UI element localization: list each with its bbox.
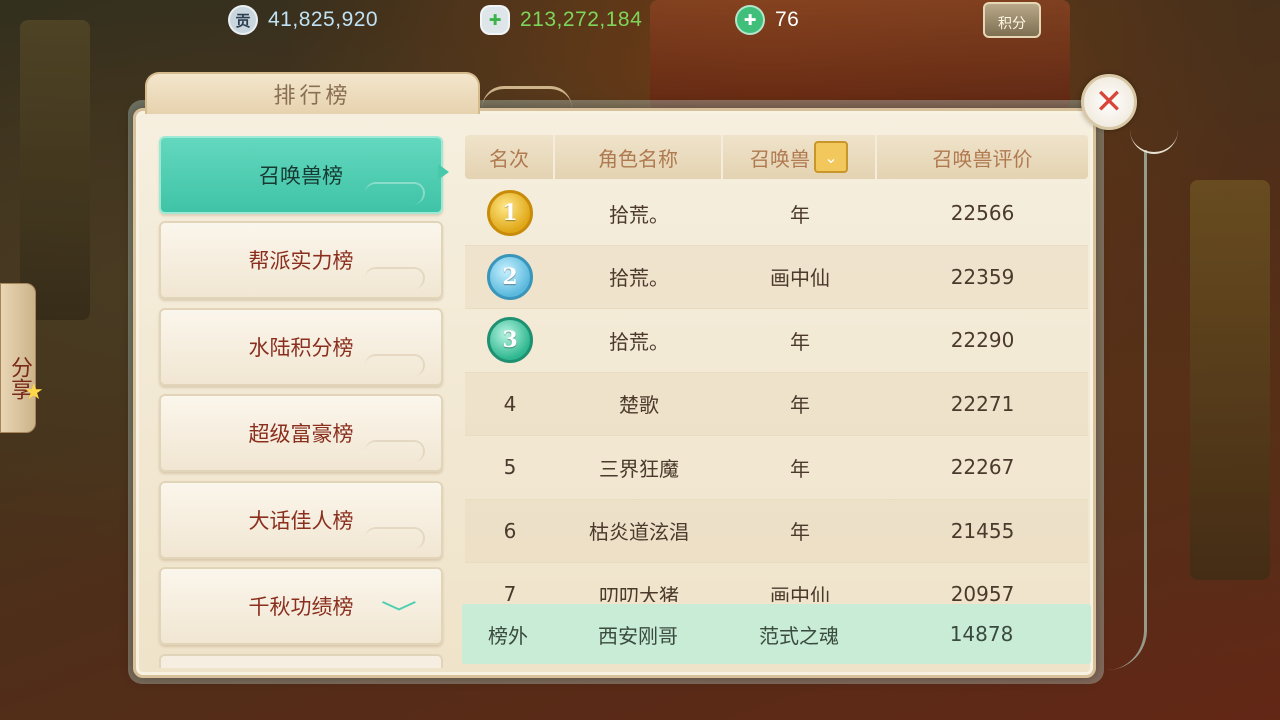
player-name: 三界狂魔 xyxy=(599,456,679,481)
panel-title-tab: 排行榜 xyxy=(145,72,480,114)
my-name: 西安刚哥 xyxy=(598,623,678,648)
gong-coin-icon: 贡 xyxy=(228,5,258,35)
category-label: 水陆积分榜 xyxy=(248,336,354,360)
category-beauty[interactable]: 大话佳人榜 xyxy=(159,481,443,559)
table-row[interactable]: 2 拾荒。 画中仙 22359 xyxy=(465,245,1088,309)
gong-value: 41,825,920 xyxy=(268,8,379,31)
my-score: 14878 xyxy=(949,622,1014,646)
rank-number: 5 xyxy=(503,455,517,480)
active-pointer-icon xyxy=(438,164,449,180)
panel-title: 排行榜 xyxy=(273,84,352,109)
ranking-table-header: 名次 角色名称 召唤兽 ⌄ 召唤兽评价 xyxy=(465,135,1088,179)
silver-medal-icon: 2 xyxy=(487,253,533,300)
pet-score: 22566 xyxy=(950,201,1015,226)
rank-number: 6 xyxy=(503,518,517,543)
category-guild-strength[interactable]: 帮派实力榜 xyxy=(159,221,443,299)
share-button[interactable]: 分享 xyxy=(0,283,36,433)
gold-medal-icon: 1 xyxy=(487,190,533,237)
cloud-decoration xyxy=(365,354,425,376)
header-name: 角色名称 xyxy=(555,135,723,179)
table-row[interactable]: 5 三界狂魔 年 22267 xyxy=(465,436,1088,500)
my-pet: 范式之魂 xyxy=(759,623,839,648)
player-name: 枯炎道泫淐 xyxy=(589,520,689,545)
table-row[interactable]: 4 楚歌 年 22271 xyxy=(465,372,1088,436)
header-rank: 名次 xyxy=(465,135,555,179)
rank-number: 4 xyxy=(503,391,517,416)
jade-currency[interactable]: ✚ 76 xyxy=(735,4,799,36)
cloud-decoration xyxy=(365,182,425,204)
star-icon: ★ xyxy=(24,380,44,405)
rank-number: 7 xyxy=(503,582,517,602)
table-row[interactable]: 1 拾荒。 年 22566 xyxy=(465,182,1088,246)
pet-name: 年 xyxy=(790,329,810,354)
player-name: 拾荒。 xyxy=(609,202,669,227)
pet-score: 22267 xyxy=(950,455,1015,480)
chevron-down-icon[interactable]: ﹀ xyxy=(381,594,417,631)
my-ranking-row: 榜外 西安刚哥 范式之魂 14878 xyxy=(462,604,1091,664)
cloud-decoration xyxy=(365,527,425,549)
score-button[interactable]: 积分 xyxy=(983,2,1041,38)
category-label: 千秋功绩榜 xyxy=(248,595,354,619)
chevron-down-icon[interactable]: ⌄ xyxy=(824,148,837,167)
category-label: 大话佳人榜 xyxy=(248,509,354,533)
header-pet-label: 召唤兽 xyxy=(750,146,810,171)
header-score: 召唤兽评价 xyxy=(932,146,1033,171)
pet-name: 年 xyxy=(790,520,810,545)
table-row[interactable]: 6 枯炎道泫淐 年 21455 xyxy=(465,499,1088,563)
pet-score: 22359 xyxy=(950,264,1015,289)
pet-name: 年 xyxy=(790,393,810,418)
jade-icon[interactable]: ✚ xyxy=(735,5,765,35)
cloud-decoration xyxy=(365,440,425,462)
pet-name: 画中仙 xyxy=(770,266,830,291)
player-name: 叨叨大猪 xyxy=(599,583,679,602)
category-label: 超级富豪榜 xyxy=(248,422,354,446)
silver-value: 213,272,184 xyxy=(520,8,643,31)
pet-score: 22271 xyxy=(950,391,1015,416)
pet-score: 22290 xyxy=(950,328,1015,353)
silver-currency[interactable]: ✚ 213,272,184 xyxy=(480,4,642,36)
category-label: 帮派实力榜 xyxy=(248,249,354,273)
ranking-table-body[interactable]: 1 拾荒。 年 22566 2 拾荒。 画中仙 22359 3 拾荒。 年 22… xyxy=(465,182,1088,602)
my-rank: 榜外 xyxy=(488,623,528,648)
close-button[interactable]: ✕ xyxy=(1081,74,1137,130)
gong-currency: 贡 41,825,920 xyxy=(228,4,378,36)
table-row[interactable]: 7 叨叨大猪 画中仙 20957 xyxy=(465,563,1088,602)
pet-name: 年 xyxy=(790,202,810,227)
pet-name: 画中仙 xyxy=(770,583,830,602)
category-more-partial[interactable] xyxy=(159,654,443,668)
cloud-decoration xyxy=(365,267,425,289)
category-water-land-points[interactable]: 水陆积分榜 xyxy=(159,308,443,386)
close-icon[interactable]: ✕ xyxy=(1095,82,1124,122)
pet-score: 21455 xyxy=(950,518,1015,543)
table-row[interactable]: 3 拾荒。 年 22290 xyxy=(465,309,1088,373)
pet-score: 20957 xyxy=(950,582,1015,602)
jade-value: 76 xyxy=(775,8,800,31)
category-super-rich[interactable]: 超级富豪榜 xyxy=(159,394,443,472)
title-ornament xyxy=(482,86,572,108)
category-pet-ranking[interactable]: 召唤兽榜 xyxy=(159,136,443,214)
pet-name: 年 xyxy=(790,456,810,481)
pet-filter-dropdown[interactable]: ⌄ xyxy=(814,141,848,173)
header-pet[interactable]: 召唤兽 ⌄ xyxy=(723,135,877,179)
player-name: 拾荒。 xyxy=(609,266,669,291)
panel-decoration xyxy=(1097,150,1147,670)
player-name: 拾荒。 xyxy=(609,329,669,354)
player-name: 楚歌 xyxy=(619,393,659,418)
category-label: 召唤兽榜 xyxy=(259,164,343,188)
silver-ingot-icon[interactable]: ✚ xyxy=(480,5,510,35)
bronze-medal-icon: 3 xyxy=(487,317,533,364)
